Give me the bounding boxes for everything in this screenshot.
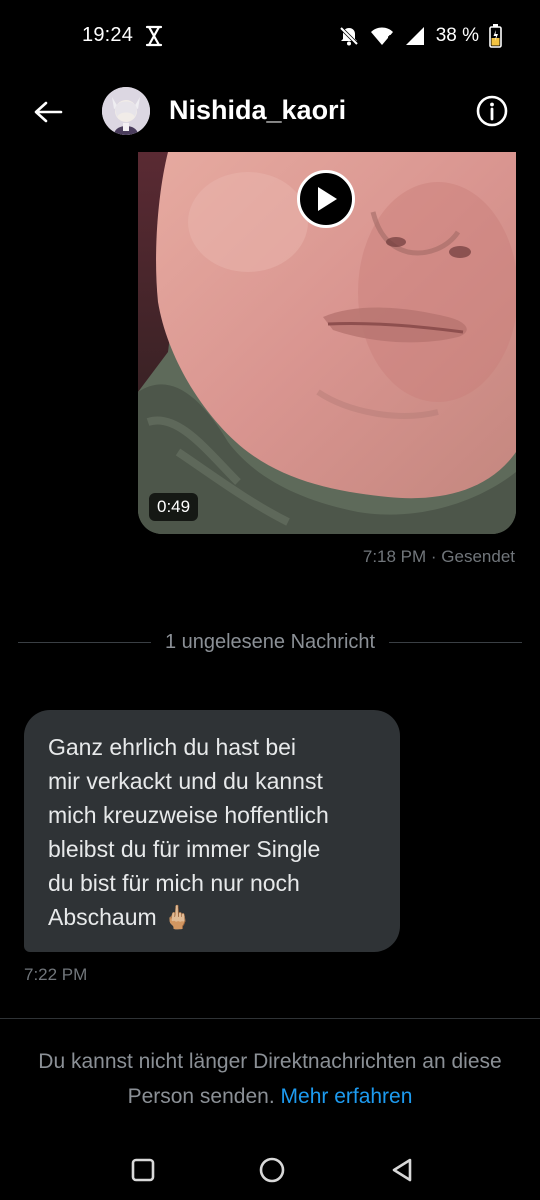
battery-percent: 38 % xyxy=(435,25,479,46)
status-bar: 19:24 38 % xyxy=(0,0,540,72)
hourglass-icon xyxy=(145,25,163,47)
received-message-text: Ganz ehrlich du hast bei mir verkackt un… xyxy=(48,734,329,930)
received-message-bubble[interactable]: Ganz ehrlich du hast bei mir verkackt un… xyxy=(24,710,400,952)
conversation-header: Nishida_kaori xyxy=(0,76,540,150)
play-button[interactable] xyxy=(297,170,355,228)
unread-label: 1 ungelesene Nachricht xyxy=(164,630,376,653)
dm-restricted-notice: Du kannst nicht länger Direktnachrichten… xyxy=(20,1044,520,1114)
play-icon xyxy=(318,187,337,211)
divider-line xyxy=(389,641,523,643)
arrow-left-icon xyxy=(34,101,63,123)
avatar[interactable] xyxy=(102,87,150,135)
home-button[interactable] xyxy=(256,1154,288,1186)
video-duration: 0:49 xyxy=(149,493,199,521)
system-nav-bar xyxy=(0,1140,540,1200)
info-button[interactable] xyxy=(474,93,510,129)
contact-name[interactable]: Nishida_kaori xyxy=(169,95,346,126)
recents-button[interactable] xyxy=(127,1154,159,1186)
back-button[interactable] xyxy=(28,92,68,132)
divider-line xyxy=(18,641,151,643)
video-message[interactable]: 0:49 xyxy=(138,152,516,534)
sent-message-meta: 7:18 PM · Gesendet xyxy=(362,547,515,566)
avatar-image xyxy=(102,87,150,135)
signal-icon xyxy=(405,27,424,45)
back-triangle-icon xyxy=(392,1158,412,1182)
footer-divider xyxy=(0,1018,540,1019)
notice-text: Du kannst nicht länger Direktnachrichten… xyxy=(38,1050,502,1108)
status-icons: 38 % xyxy=(338,22,502,50)
home-icon xyxy=(259,1157,285,1183)
learn-more-link[interactable]: Mehr erfahren xyxy=(281,1085,413,1108)
status-time: 19:24 xyxy=(82,24,134,46)
received-message-time: 7:22 PM xyxy=(24,965,88,984)
back-nav-button[interactable] xyxy=(386,1154,418,1186)
info-icon xyxy=(476,95,508,127)
unread-divider: 1 ungelesene Nachricht xyxy=(18,628,523,656)
mute-icon xyxy=(339,26,358,46)
wifi-icon xyxy=(370,27,393,45)
battery-icon xyxy=(489,24,502,48)
recents-icon xyxy=(131,1158,155,1182)
